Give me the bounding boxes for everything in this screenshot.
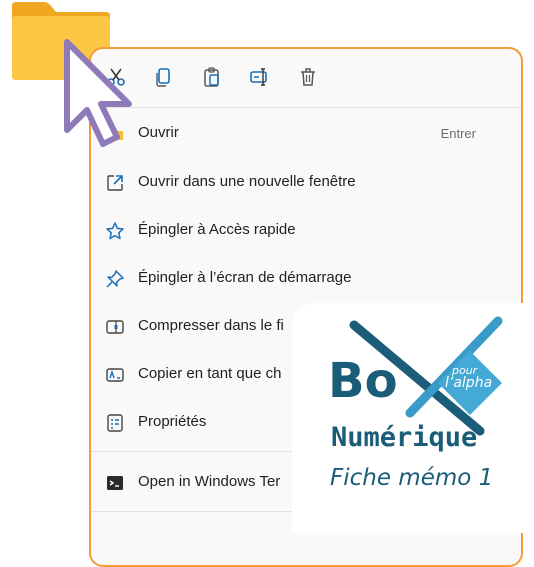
menu-item-label: Compresser dans le fi: [138, 317, 284, 334]
menu-item-label: Copier en tant que ch: [138, 365, 282, 382]
menu-item-open-new-window[interactable]: Ouvrir dans une nouvelle fenêtre: [91, 163, 521, 203]
paste-icon[interactable]: [201, 66, 223, 88]
menu-item-pin-start[interactable]: Épingler à l’écran de démarrage: [91, 259, 521, 299]
brand-logo: Bo pour l’alpha Numérique Fiche mémo 1: [292, 303, 534, 533]
terminal-icon: [105, 473, 125, 493]
mouse-cursor-icon: [63, 38, 139, 150]
rename-icon[interactable]: [249, 66, 271, 88]
zip-icon: [105, 317, 125, 337]
menu-item-shortcut: Entrer: [440, 126, 476, 141]
brand-title: Bo: [328, 353, 398, 409]
menu-item-label: Ouvrir dans une nouvelle fenêtre: [138, 173, 356, 190]
brand-subtitle: Numérique: [331, 422, 478, 453]
menu-item-open[interactable]: Ouvrir Entrer: [91, 114, 521, 154]
menu-item-label: Épingler à Accès rapide: [138, 221, 296, 238]
brand-memo: Fiche mémo 1: [330, 465, 494, 491]
menu-item-label: Open in Windows Ter: [138, 473, 281, 490]
menu-item-pin-quick-access[interactable]: Épingler à Accès rapide: [91, 211, 521, 251]
open-new-window-icon: [105, 173, 125, 193]
menu-item-label: Ouvrir: [138, 124, 179, 141]
pin-icon: [105, 269, 125, 289]
brand-alpha: l’alpha: [445, 375, 493, 391]
copy-path-icon: [105, 365, 125, 385]
copy-icon[interactable]: [153, 66, 175, 88]
context-toolbar: [91, 49, 521, 108]
delete-icon[interactable]: [297, 66, 319, 88]
menu-item-label: Épingler à l’écran de démarrage: [138, 269, 352, 286]
properties-icon: [105, 413, 125, 433]
menu-item-label: Propriétés: [138, 413, 207, 430]
star-icon: [105, 221, 125, 241]
